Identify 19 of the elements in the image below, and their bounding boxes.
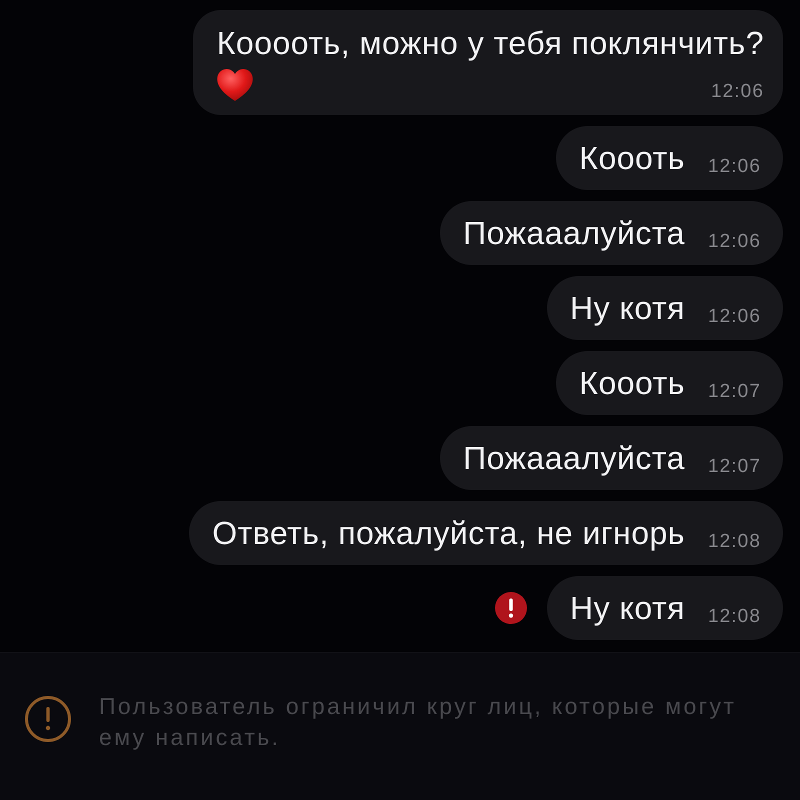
message-text: Ну котя xyxy=(570,289,685,327)
message-text: Ну котя xyxy=(570,589,685,627)
message-time: 12:06 xyxy=(708,231,761,253)
warning-icon xyxy=(25,696,71,742)
error-icon[interactable] xyxy=(495,592,528,624)
notice-text: Пользователь ограничил круг лиц, которые могут ему написать. xyxy=(99,692,738,752)
message-text: Кооооть, можно у тебя поклянчить? xyxy=(216,24,764,62)
message-text: Пожааалуйста xyxy=(463,214,685,252)
message-text: Коооть xyxy=(579,139,685,177)
message-time: 12:08 xyxy=(708,606,761,628)
message-time: 12:08 xyxy=(708,531,761,553)
message-text: Ответь, пожалуйста, не игнорь xyxy=(212,514,685,552)
message-text: Пожааалуйста xyxy=(463,439,685,477)
message-time: 12:06 xyxy=(710,81,764,103)
message-time: 12:07 xyxy=(708,381,761,403)
message-time: 12:07 xyxy=(708,456,761,478)
message-time: 12:06 xyxy=(708,156,761,178)
message-time: 12:06 xyxy=(708,306,761,328)
message-text: Коооть xyxy=(579,364,685,402)
